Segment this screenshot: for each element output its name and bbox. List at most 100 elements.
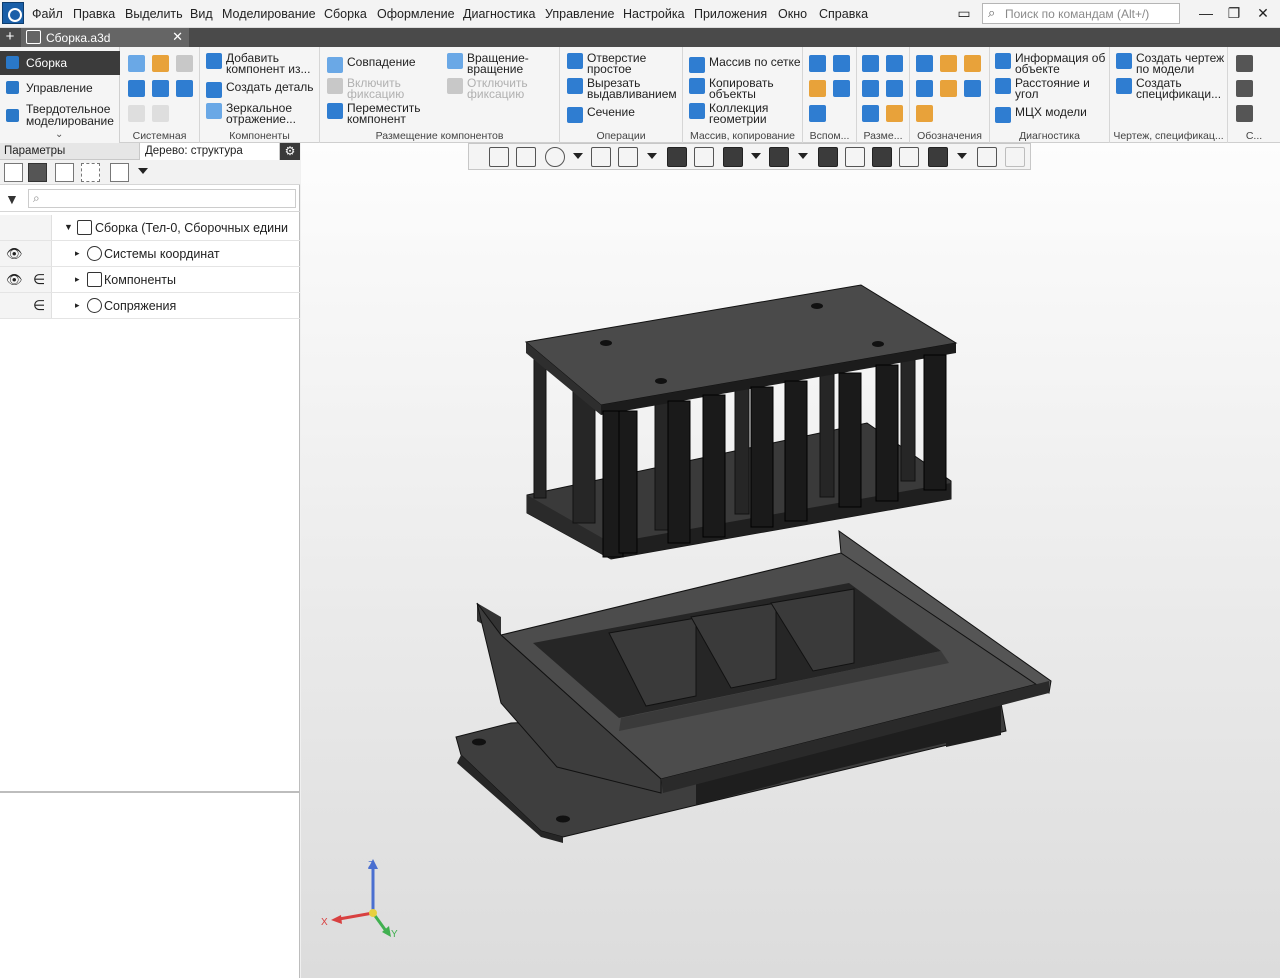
- axis-icon[interactable]: [833, 55, 850, 72]
- preview-icon[interactable]: [152, 80, 169, 97]
- panel-divider[interactable]: [0, 791, 300, 793]
- tree-row-root[interactable]: ▼ Сборка (Тел-0, Сборочных едини: [0, 215, 300, 241]
- expand-icon[interactable]: ▸: [75, 274, 80, 285]
- base-icon[interactable]: [964, 55, 981, 72]
- tab-parameters[interactable]: Параметры: [4, 145, 65, 157]
- menu-help[interactable]: Справка: [819, 7, 868, 21]
- zoom-window-icon[interactable]: [516, 147, 536, 167]
- distance-angle-button[interactable]: Расстояние и угол: [995, 77, 1095, 100]
- tree-row-mates[interactable]: ∈ ▸ Сопряжения: [0, 293, 300, 319]
- coincidence-button[interactable]: Совпадение: [327, 56, 416, 73]
- gear-icon[interactable]: ⚙: [280, 143, 300, 160]
- diameter-dim-icon[interactable]: [886, 80, 903, 97]
- menu-view[interactable]: Вид: [190, 7, 213, 21]
- tree-sort-icon[interactable]: [110, 163, 129, 182]
- mode-solid[interactable]: Твердотельное моделирование: [0, 102, 118, 127]
- menu-apps[interactable]: Приложения: [694, 7, 767, 21]
- grid-array-button[interactable]: Массив по сетке: [689, 56, 801, 73]
- menu-manage[interactable]: Управление: [545, 7, 615, 21]
- minimize-icon[interactable]: —: [1196, 4, 1216, 22]
- new-tab-icon[interactable]: +: [2, 28, 18, 47]
- chevron-down-icon[interactable]: [573, 153, 583, 159]
- measure-icon[interactable]: [977, 147, 997, 167]
- filter-icon[interactable]: [928, 147, 948, 167]
- menu-edit[interactable]: Правка: [73, 7, 115, 21]
- tolerance-icon[interactable]: [916, 80, 933, 97]
- menu-format[interactable]: Оформление: [377, 7, 455, 21]
- tab-tree[interactable]: Дерево: структура: [145, 145, 243, 157]
- mode-assembly[interactable]: Сборка: [0, 51, 120, 75]
- angle-dim-icon[interactable]: [886, 55, 903, 72]
- top-part[interactable]: [524, 284, 958, 560]
- create-spec-button[interactable]: Создать спецификаци...: [1116, 77, 1226, 100]
- 3d-viewport[interactable]: Z X Y: [301, 143, 1280, 978]
- restore-icon[interactable]: ❐: [1224, 4, 1244, 22]
- include-icon[interactable]: ∈: [33, 271, 45, 288]
- chevron-down-icon[interactable]: [798, 153, 808, 159]
- orient-icon[interactable]: [618, 147, 638, 167]
- eye-icon[interactable]: 👁: [6, 272, 23, 288]
- undo-icon[interactable]: [128, 105, 145, 122]
- add-icon[interactable]: [1236, 55, 1253, 72]
- tree-select-icon[interactable]: [81, 163, 100, 182]
- close-icon[interactable]: ✕: [1253, 4, 1273, 22]
- menu-modeling[interactable]: Моделирование: [222, 7, 316, 21]
- document-tab[interactable]: Сборка.a3d ✕: [21, 28, 189, 47]
- redo-icon[interactable]: [152, 105, 169, 122]
- position-icon[interactable]: [964, 80, 981, 97]
- radius-dim-icon[interactable]: [862, 80, 879, 97]
- section-view-icon[interactable]: [818, 147, 838, 167]
- mode-manage[interactable]: Управление: [0, 76, 120, 100]
- close-tab-icon[interactable]: ✕: [172, 29, 183, 45]
- command-search-input[interactable]: ⌕ Поиск по командам (Alt+/): [982, 3, 1180, 24]
- menu-window[interactable]: Окно: [778, 7, 807, 21]
- hole-button[interactable]: Отверстие простое: [567, 52, 657, 75]
- save-icon[interactable]: [176, 55, 193, 72]
- expand-icon[interactable]: ▸: [75, 248, 80, 259]
- open-icon[interactable]: [152, 55, 169, 72]
- wireframe-icon[interactable]: [694, 147, 714, 167]
- collapse-icon[interactable]: ▼: [64, 222, 73, 232]
- properties-icon[interactable]: [176, 80, 193, 97]
- chevron-down-icon[interactable]: [138, 168, 148, 174]
- menu-diagnostics[interactable]: Диагностика: [463, 7, 535, 21]
- tree-row-components[interactable]: 👁 ∈ ▸ Компоненты: [0, 267, 300, 293]
- geom-collection-button[interactable]: Коллекция геометрии: [689, 102, 785, 125]
- copy-objects-button[interactable]: Копировать объекты: [689, 77, 785, 100]
- cut-extrude-button[interactable]: Вырезать выдавливанием: [567, 77, 681, 100]
- create-drawing-button[interactable]: Создать чертеж по модели: [1116, 52, 1226, 75]
- plane-icon[interactable]: [809, 55, 826, 72]
- edit-in-place-icon[interactable]: [899, 147, 919, 167]
- move-component-button[interactable]: Переместить компонент: [327, 102, 427, 125]
- tree-structure-icon[interactable]: [28, 163, 47, 182]
- pencil-icon[interactable]: [1005, 147, 1025, 167]
- symbol-icon[interactable]: [1236, 80, 1253, 97]
- leader-icon[interactable]: [916, 55, 933, 72]
- mirror-button[interactable]: Зеркальное отражение...: [206, 102, 318, 125]
- chevron-down-icon[interactable]: [957, 153, 967, 159]
- link-icon[interactable]: [1236, 105, 1253, 122]
- rotation-button[interactable]: Вращение-вращение: [447, 52, 537, 75]
- enable-fix-button[interactable]: Включить фиксацию: [327, 77, 417, 100]
- linear-dim-icon[interactable]: [862, 55, 879, 72]
- assembly-model[interactable]: Z X Y: [301, 143, 1280, 978]
- layers-icon[interactable]: [872, 147, 892, 167]
- filter-icon[interactable]: ▼: [5, 191, 19, 207]
- zoom-icon[interactable]: [545, 147, 565, 167]
- disable-fix-button[interactable]: Отключить фиксацию: [447, 77, 547, 100]
- tree-filter-input[interactable]: [28, 189, 296, 208]
- dim-style-icon[interactable]: [886, 105, 903, 122]
- add-component-button[interactable]: Добавить компонент из...: [206, 52, 318, 75]
- app-logo-icon[interactable]: [2, 2, 24, 24]
- tree-row-coords[interactable]: 👁 ▸ Системы координат: [0, 241, 300, 267]
- expand-icon[interactable]: ▸: [75, 300, 80, 311]
- tree-build-icon[interactable]: [4, 163, 23, 182]
- tree-display-icon[interactable]: [55, 163, 74, 182]
- eye-icon[interactable]: 👁: [6, 246, 23, 262]
- zoom-fit-icon[interactable]: [489, 147, 509, 167]
- mark-icon[interactable]: [916, 105, 933, 122]
- auto-dim-icon[interactable]: [862, 105, 879, 122]
- create-part-button[interactable]: Создать деталь: [206, 81, 314, 98]
- rotate-icon[interactable]: [591, 147, 611, 167]
- roughness-icon[interactable]: [940, 55, 957, 72]
